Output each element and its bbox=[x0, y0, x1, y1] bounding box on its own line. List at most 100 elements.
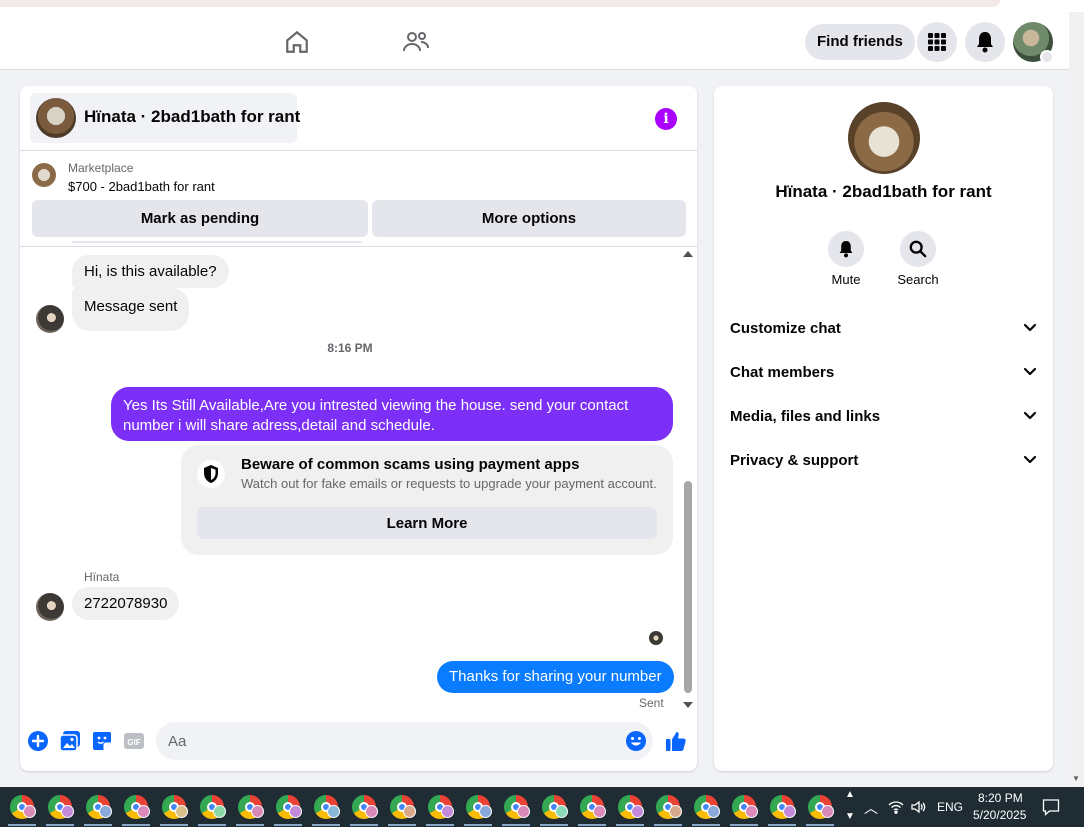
profile-badge-icon bbox=[213, 805, 226, 818]
thumbs-up-icon[interactable] bbox=[665, 730, 687, 752]
running-indicator bbox=[806, 824, 834, 826]
chat-panel: Hïnata · 2bad1bath for rant i Marketplac… bbox=[20, 86, 697, 771]
marketplace-label: Marketplace bbox=[68, 161, 134, 175]
running-indicator bbox=[616, 824, 644, 826]
detail-row-customize-chat[interactable]: Customize chat bbox=[730, 316, 1037, 340]
detail-row-chat-members[interactable]: Chat members bbox=[730, 360, 1037, 384]
search-icon[interactable] bbox=[900, 231, 936, 267]
detail-row-label: Customize chat bbox=[730, 319, 841, 337]
profile-badge-icon bbox=[631, 805, 644, 818]
mute-label[interactable]: Mute bbox=[816, 272, 876, 287]
top-navigation: Find friends bbox=[0, 12, 1069, 70]
running-indicator bbox=[768, 824, 796, 826]
show-hidden-icons-chevron-icon[interactable]: ︿ bbox=[864, 798, 878, 818]
home-icon[interactable] bbox=[283, 28, 311, 56]
mute-bell-icon[interactable] bbox=[828, 231, 864, 267]
profile-badge-icon bbox=[327, 805, 340, 818]
chat-profile-avatar[interactable] bbox=[848, 102, 920, 174]
detail-row-label: Chat members bbox=[730, 363, 835, 381]
emoji-icon[interactable] bbox=[625, 730, 647, 752]
message-bubble-incoming[interactable]: Message sent bbox=[72, 288, 190, 331]
message-bubble-outgoing[interactable]: Yes Its Still Available,Are you intreste… bbox=[111, 387, 673, 441]
profile-badge-icon bbox=[403, 805, 416, 818]
running-indicator bbox=[274, 824, 302, 826]
svg-text:GIF: GIF bbox=[127, 738, 140, 747]
notifications-bell-icon[interactable] bbox=[965, 22, 1005, 62]
taskbar-scroll-up-icon[interactable]: ▲ bbox=[845, 789, 855, 800]
scam-warning-subtitle: Watch out for fake emails or requests to… bbox=[241, 476, 657, 491]
details-title: Hïnata · 2bad1bath for rant bbox=[775, 182, 992, 201]
profile-badge-icon bbox=[669, 805, 682, 818]
message-line: number i will share adress,detail and sc… bbox=[123, 417, 435, 434]
running-indicator bbox=[692, 824, 720, 826]
running-indicator bbox=[350, 824, 378, 826]
profile-badge-icon bbox=[555, 805, 568, 818]
message-list: Hi, is this available? Message sent 8:16… bbox=[20, 241, 697, 712]
menu-grid-icon[interactable] bbox=[917, 22, 957, 62]
search-label[interactable]: Search bbox=[888, 272, 948, 287]
scam-warning-title: Beware of common scams using payment app… bbox=[241, 456, 580, 473]
chat-title: Hïnata · 2bad1bath for rant bbox=[84, 107, 301, 126]
plus-circle-icon[interactable] bbox=[27, 730, 49, 752]
photo-gallery-icon[interactable] bbox=[59, 730, 81, 752]
running-indicator bbox=[312, 824, 340, 826]
taskbar-scroll-down-icon[interactable]: ▼ bbox=[845, 811, 855, 822]
message-input[interactable] bbox=[156, 722, 653, 760]
find-friends-button[interactable]: Find friends bbox=[805, 24, 915, 60]
chevron-down-icon bbox=[1023, 411, 1037, 420]
scam-warning-card: Beware of common scams using payment app… bbox=[181, 445, 673, 555]
message-line: Yes Its Still Available,Are you intreste… bbox=[123, 397, 629, 414]
profile-badge-icon bbox=[175, 805, 188, 818]
scroll-down-arrow-icon[interactable]: ▼ bbox=[1072, 774, 1080, 783]
notification-center-icon[interactable] bbox=[1042, 798, 1060, 821]
learn-more-button[interactable]: Learn More bbox=[197, 507, 657, 539]
input-language-indicator[interactable]: ENG bbox=[937, 800, 963, 814]
sender-avatar[interactable] bbox=[36, 305, 64, 333]
friends-icon[interactable] bbox=[402, 28, 430, 56]
wifi-icon[interactable] bbox=[888, 799, 904, 820]
chat-header[interactable]: Hïnata · 2bad1bath for rant bbox=[30, 93, 301, 143]
clock-time[interactable]: 8:20 PM bbox=[978, 791, 1023, 805]
profile-badge-icon bbox=[441, 805, 454, 818]
running-indicator bbox=[388, 824, 416, 826]
sender-avatar[interactable] bbox=[36, 593, 64, 621]
running-indicator bbox=[122, 824, 150, 826]
detail-row-privacy-support[interactable]: Privacy & support bbox=[730, 448, 1037, 472]
profile-badge-icon bbox=[783, 805, 796, 818]
listing-title[interactable]: $700 - 2bad1bath for rant bbox=[68, 179, 215, 194]
detail-row-label: Privacy & support bbox=[730, 451, 859, 469]
more-options-button[interactable]: More options bbox=[372, 200, 686, 237]
message-status: Sent bbox=[639, 696, 664, 710]
clock-date[interactable]: 5/20/2025 bbox=[973, 808, 1026, 822]
profile-badge-icon bbox=[593, 805, 606, 818]
sticker-icon[interactable] bbox=[91, 730, 113, 752]
page-scrollbar[interactable]: ▼ bbox=[1069, 12, 1084, 787]
scrollbar-thumb[interactable] bbox=[684, 481, 692, 693]
message-scrollbar[interactable] bbox=[682, 247, 695, 712]
profile-badge-icon bbox=[23, 805, 36, 818]
running-indicator bbox=[654, 824, 682, 826]
running-indicator bbox=[198, 824, 226, 826]
info-icon[interactable]: i bbox=[655, 108, 677, 130]
browser-tabbar bbox=[0, 0, 1000, 7]
profile-badge-icon bbox=[517, 805, 530, 818]
account-chevron-down-icon[interactable] bbox=[1040, 50, 1054, 64]
sender-name: Hïnata bbox=[84, 570, 120, 584]
scroll-down-arrow-icon[interactable] bbox=[683, 702, 693, 708]
running-indicator bbox=[540, 824, 568, 826]
profile-badge-icon bbox=[479, 805, 492, 818]
message-bubble-incoming[interactable]: 2722078930 bbox=[72, 587, 180, 620]
running-indicator bbox=[46, 824, 74, 826]
message-bubble-incoming[interactable]: Hi, is this available? bbox=[72, 255, 229, 288]
detail-row-media-files-links[interactable]: Media, files and links bbox=[730, 404, 1037, 428]
profile-badge-icon bbox=[99, 805, 112, 818]
mark-as-pending-button[interactable]: Mark as pending bbox=[32, 200, 368, 237]
running-indicator bbox=[730, 824, 758, 826]
volume-icon[interactable] bbox=[910, 799, 926, 820]
scroll-up-arrow-icon[interactable] bbox=[683, 251, 693, 257]
previous-message-edge bbox=[72, 241, 362, 243]
divider bbox=[20, 150, 697, 151]
message-bubble-outgoing[interactable]: Thanks for sharing your number bbox=[437, 661, 674, 693]
read-receipt-avatar bbox=[649, 631, 663, 645]
gif-icon[interactable]: GIF bbox=[123, 730, 145, 752]
